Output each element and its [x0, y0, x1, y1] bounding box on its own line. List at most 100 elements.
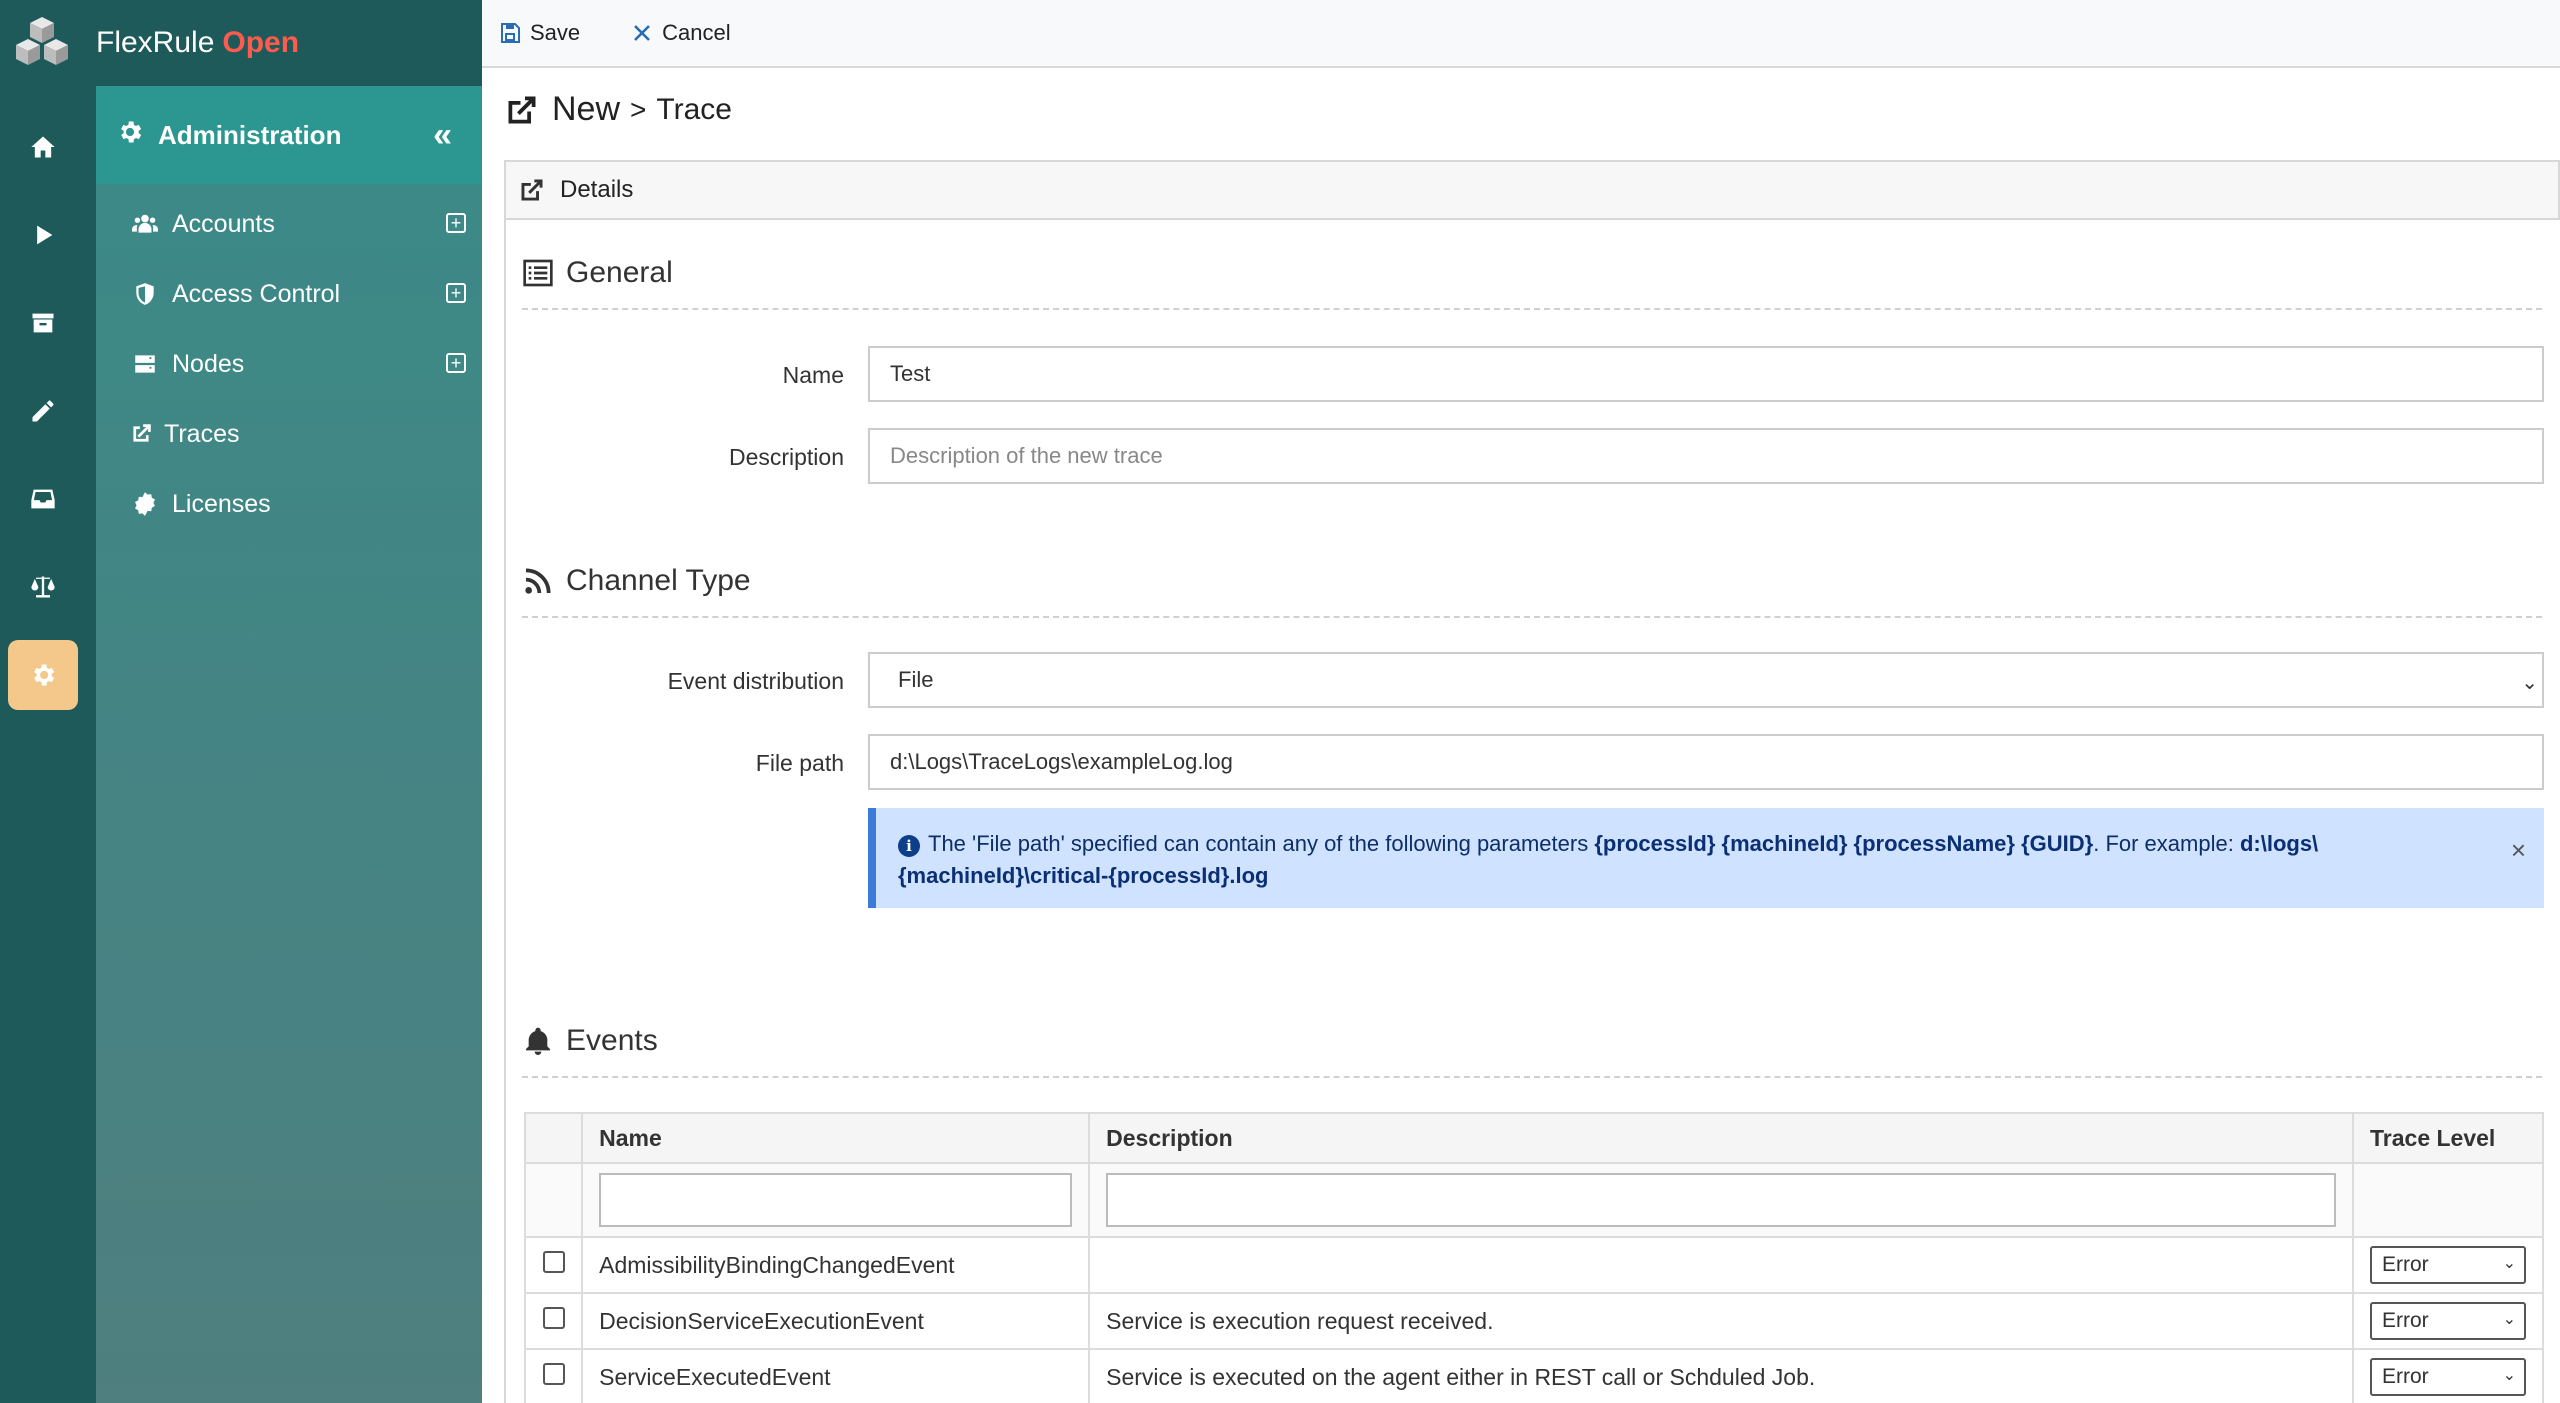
trace-level-cell: Error ⌄	[2352, 1236, 2544, 1294]
expand-icon[interactable]: +	[446, 213, 466, 233]
event-description-cell: Service is execution request received.	[1088, 1292, 2354, 1350]
brand-accent: Open	[222, 26, 300, 59]
brand-bar: FlexRule Open	[0, 0, 482, 86]
external-link-icon	[521, 179, 543, 201]
page-title: New > Trace	[504, 90, 732, 129]
event-distribution-label: Event distribution	[667, 668, 844, 694]
details-label: Details	[560, 176, 634, 203]
row-select-cell	[523, 1292, 584, 1350]
channel-type-heading: Channel Type	[522, 564, 751, 598]
alert-example-1: d:\logs\	[2239, 831, 2319, 856]
sidebar-item-label: Accounts	[172, 209, 275, 238]
cancel-label: Cancel	[662, 20, 731, 45]
rail-edit[interactable]	[8, 376, 78, 446]
alert-mid: . For example:	[2093, 831, 2234, 856]
cancel-button[interactable]: Cancel	[630, 20, 731, 46]
gear-icon	[116, 118, 144, 153]
description-filter-input[interactable]	[1106, 1173, 2336, 1227]
rss-icon	[525, 568, 551, 594]
event-name-cell: AdmissibilityBindingChangedEvent	[581, 1236, 1091, 1294]
rail-run[interactable]	[8, 200, 78, 270]
rail-inbox[interactable]	[8, 464, 78, 534]
description-input[interactable]	[868, 428, 2544, 484]
panel-border	[504, 220, 506, 1403]
admin-sidebar: Administration « Accounts + Access Contr…	[96, 86, 482, 1403]
rail-home[interactable]	[8, 112, 78, 182]
description-label: Description	[728, 444, 844, 470]
event-name-cell: DecisionServiceExecutionEvent	[581, 1292, 1091, 1350]
column-header-trace-level[interactable]: Trace Level	[2352, 1112, 2544, 1164]
row-checkbox[interactable]	[542, 1251, 565, 1273]
page-title-sub: Trace	[656, 92, 732, 126]
events-heading: Events	[522, 1024, 658, 1058]
chevron-down-icon: ⌄	[2521, 672, 2538, 694]
name-filter-input[interactable]	[599, 1173, 1073, 1227]
trace-level-select[interactable]: Error ⌄	[2370, 1358, 2526, 1396]
sidebar-item-access-control[interactable]: Access Control +	[96, 259, 482, 329]
channel-type-heading-text: Channel Type	[566, 564, 751, 597]
trace-level-select[interactable]: Error ⌄	[2370, 1246, 2526, 1284]
sidebar-item-traces[interactable]: Traces	[96, 399, 482, 469]
save-button[interactable]: Save	[498, 20, 580, 46]
event-name-cell: ServiceExecutedEvent	[581, 1348, 1091, 1403]
breadcrumb-separator: >	[630, 93, 647, 125]
external-link-icon	[126, 419, 156, 449]
trace-level-value: Error	[2382, 1309, 2429, 1332]
column-header-name[interactable]: Name	[581, 1112, 1091, 1164]
filter-cell	[523, 1162, 584, 1238]
divider	[522, 308, 2542, 310]
collapse-sidebar-icon[interactable]: «	[433, 116, 452, 155]
filter-row	[523, 1162, 2544, 1238]
users-icon	[130, 209, 160, 239]
table-header-row: Name Description Trace Level	[523, 1112, 2544, 1164]
icon-rail	[0, 86, 96, 1403]
table-row: DecisionServiceExecutionEvent Service is…	[523, 1292, 2544, 1350]
play-icon	[37, 225, 53, 245]
column-header-description[interactable]: Description	[1088, 1112, 2354, 1164]
home-icon	[31, 136, 55, 158]
info-icon: i	[898, 835, 920, 857]
rail-archive[interactable]	[8, 288, 78, 358]
expand-icon[interactable]: +	[446, 283, 466, 303]
chevron-down-icon: ⌄	[2502, 1367, 2516, 1384]
trace-level-value: Error	[2382, 1253, 2429, 1276]
table-row: ServiceExecutedEvent Service is executed…	[523, 1348, 2544, 1403]
event-description-cell: Service is executed on the agent either …	[1088, 1348, 2354, 1403]
main-content: Save Cancel New > Trace Details General …	[482, 0, 2560, 1403]
trace-level-select[interactable]: Error ⌄	[2370, 1302, 2526, 1340]
details-tab[interactable]: Details	[504, 160, 2560, 220]
list-icon	[523, 259, 553, 287]
rail-settings[interactable]	[8, 640, 78, 710]
balance-scale-icon	[31, 576, 55, 598]
sidebar-title: Administration	[158, 119, 342, 150]
event-distribution-value: File	[898, 667, 934, 692]
events-heading-text: Events	[566, 1024, 658, 1057]
rail-balance[interactable]	[8, 552, 78, 622]
table-row: AdmissibilityBindingChangedEvent Error ⌄	[523, 1236, 2544, 1294]
inbox-icon	[31, 489, 55, 509]
name-input[interactable]	[868, 346, 2544, 402]
alert-example-2: {machineId}\critical-{processId}.log	[898, 863, 1269, 888]
close-icon[interactable]: ×	[2511, 834, 2526, 866]
sidebar-item-label: Access Control	[172, 279, 341, 308]
filter-cell	[581, 1162, 1091, 1238]
filter-cell	[2352, 1162, 2544, 1238]
row-checkbox[interactable]	[542, 1307, 565, 1329]
expand-icon[interactable]: +	[446, 353, 466, 373]
sidebar-item-accounts[interactable]: Accounts +	[96, 189, 482, 259]
brand-name: FlexRule	[96, 26, 215, 59]
trace-level-cell: Error ⌄	[2352, 1292, 2544, 1350]
sidebar-item-nodes[interactable]: Nodes +	[96, 329, 482, 399]
file-path-label: File path	[755, 750, 844, 776]
filter-cell	[1088, 1162, 2354, 1238]
event-distribution-select[interactable]: File ⌄	[868, 652, 2544, 708]
file-path-input[interactable]	[868, 734, 2544, 790]
trace-level-value: Error	[2382, 1365, 2429, 1388]
cubes-logo-icon	[16, 17, 68, 65]
events-table: Name Description Trace Level Admissibili…	[523, 1112, 2544, 1403]
sidebar-item-label: Traces	[164, 419, 240, 448]
row-checkbox[interactable]	[542, 1363, 565, 1385]
name-label: Name	[782, 362, 844, 388]
alert-prefix: The 'File path' specified can contain an…	[928, 831, 1589, 856]
sidebar-item-licenses[interactable]: Licenses	[96, 469, 482, 539]
